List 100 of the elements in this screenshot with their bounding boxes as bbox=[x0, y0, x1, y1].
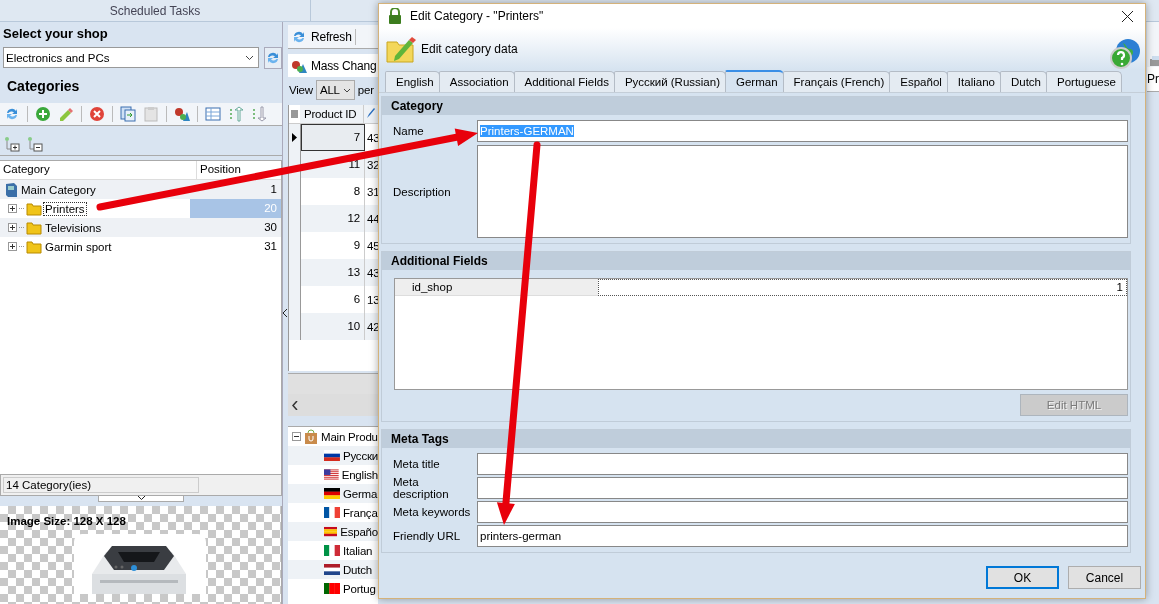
table-cell: 11 bbox=[301, 151, 365, 178]
field-label: Description bbox=[393, 185, 452, 198]
tree-item[interactable]: English bbox=[341, 468, 378, 481]
tab[interactable]: Italiano bbox=[946, 71, 1001, 92]
computer-icon bbox=[4, 181, 18, 198]
flag-icon bbox=[324, 450, 340, 461]
dialog-heading: Edit category data bbox=[421, 42, 518, 56]
pencil-icon[interactable] bbox=[58, 106, 74, 122]
tab[interactable]: Français (French) bbox=[782, 71, 891, 92]
flag-icon bbox=[324, 526, 338, 537]
folder-icon bbox=[26, 201, 42, 216]
refresh-icon[interactable] bbox=[4, 106, 20, 122]
refresh-icon bbox=[265, 50, 281, 66]
scroll-left-icon[interactable] bbox=[292, 400, 298, 410]
ok-button[interactable]: OK bbox=[986, 566, 1059, 589]
position-cell-text: 30 bbox=[263, 220, 278, 235]
collapse-tree-icon[interactable] bbox=[27, 136, 43, 152]
table-cell: 12 bbox=[301, 205, 365, 232]
printer-icon[interactable] bbox=[1147, 55, 1159, 67]
status-text: 14 Category(ies) bbox=[3, 477, 199, 493]
row-header[interactable] bbox=[289, 124, 301, 151]
folder-pencil-icon bbox=[385, 34, 417, 64]
table-cell: 10 bbox=[301, 313, 365, 340]
text-area[interactable] bbox=[477, 145, 1128, 238]
tab[interactable]: Association bbox=[438, 71, 515, 92]
view-label: View bbox=[289, 84, 313, 96]
section-header: Meta Tags bbox=[382, 430, 1130, 448]
window-title: Edit Category - "Printers" bbox=[410, 9, 544, 23]
text-field[interactable] bbox=[477, 477, 1128, 499]
flag-icon bbox=[324, 488, 340, 499]
tree-item[interactable]: Portug bbox=[343, 582, 376, 595]
section-heading: Select your shop bbox=[2, 25, 109, 43]
column-header[interactable]: Category bbox=[0, 161, 197, 179]
position-cell-text: 1 bbox=[269, 182, 278, 197]
button-label[interactable]: Pr bbox=[1147, 67, 1159, 92]
tree-item[interactable]: França bbox=[343, 506, 378, 519]
splitter-handle[interactable] bbox=[98, 496, 184, 502]
flag-icon bbox=[324, 507, 340, 518]
table-cell-text: 42 bbox=[366, 320, 378, 333]
expand-icon[interactable] bbox=[8, 242, 17, 251]
field-label: Friendly URL bbox=[393, 530, 462, 542]
shapes-icon[interactable] bbox=[174, 106, 190, 122]
move-down-icon[interactable] bbox=[251, 106, 267, 122]
view-dropdown[interactable]: ALL bbox=[315, 80, 355, 100]
tab[interactable]: Español bbox=[889, 71, 948, 92]
mass-change-button[interactable]: Mass Chang bbox=[288, 55, 378, 76]
table-cell-text: 31 bbox=[366, 185, 378, 198]
table-cell-text: 32 bbox=[366, 158, 378, 171]
text-field[interactable]: printers-german bbox=[477, 525, 1128, 547]
caret-icon bbox=[342, 87, 351, 93]
tab[interactable]: Additional Fields bbox=[513, 71, 615, 92]
per-label: per bbox=[357, 84, 374, 96]
add-icon[interactable] bbox=[35, 106, 51, 122]
tab[interactable]: Dutch bbox=[999, 71, 1047, 92]
tree-item[interactable]: Televisions bbox=[44, 221, 103, 234]
text-field[interactable] bbox=[477, 453, 1128, 475]
field-label: Meta keywords bbox=[393, 506, 472, 518]
expand-icon[interactable] bbox=[8, 223, 17, 232]
caret-icon bbox=[245, 54, 254, 61]
section-header: Additional Fields bbox=[382, 252, 1130, 270]
tree-item[interactable]: Main Produ bbox=[321, 430, 378, 443]
move-up-icon[interactable] bbox=[228, 106, 244, 122]
copy-icon[interactable] bbox=[120, 106, 136, 122]
field-label: Meta description bbox=[393, 476, 450, 500]
refresh-button[interactable] bbox=[264, 47, 282, 69]
tree-item[interactable]: Garmin sport bbox=[44, 240, 113, 253]
tab[interactable]: Scheduled Tasks bbox=[0, 0, 311, 21]
table-cell: 7 bbox=[301, 124, 365, 151]
field-label: Name bbox=[393, 125, 425, 137]
expand-icon[interactable] bbox=[8, 204, 17, 213]
tree-item[interactable]: Printers bbox=[44, 202, 86, 215]
folder-icon bbox=[26, 239, 42, 254]
folder-icon bbox=[26, 220, 42, 235]
row-indicator-icon bbox=[292, 133, 297, 142]
help-globe-icon[interactable] bbox=[1109, 38, 1141, 70]
table-cell[interactable]: 1 bbox=[598, 279, 1127, 296]
expand-tree-icon[interactable] bbox=[4, 136, 20, 152]
text-field[interactable] bbox=[477, 501, 1128, 523]
tab[interactable]: English bbox=[385, 71, 440, 92]
clipboard-icon[interactable] bbox=[143, 106, 159, 122]
tab[interactable]: Portuguese bbox=[1046, 71, 1122, 92]
shop-dropdown[interactable]: Electronics and PCs bbox=[3, 47, 259, 68]
table-icon[interactable] bbox=[205, 106, 221, 122]
tree-item[interactable]: Main Category bbox=[20, 183, 97, 196]
tab[interactable]: Русский (Russian) bbox=[613, 71, 726, 92]
table-cell: id_shop bbox=[395, 279, 598, 296]
collapse-icon[interactable] bbox=[292, 432, 301, 441]
position-cell: 20 bbox=[190, 199, 281, 218]
delete-icon[interactable] bbox=[89, 106, 105, 122]
field-label: Meta title bbox=[393, 458, 441, 470]
shapes-icon bbox=[291, 58, 307, 73]
position-cell-text: 31 bbox=[263, 239, 278, 254]
column-header[interactable]: Position bbox=[197, 161, 244, 179]
cancel-button[interactable]: Cancel bbox=[1068, 566, 1141, 589]
flag-icon bbox=[324, 583, 340, 594]
close-icon[interactable] bbox=[1122, 10, 1133, 22]
section-header: Category bbox=[382, 97, 1130, 115]
column-chooser-icon[interactable] bbox=[291, 109, 298, 119]
tree-item[interactable]: Italian bbox=[343, 544, 373, 557]
flag-icon bbox=[324, 469, 339, 480]
